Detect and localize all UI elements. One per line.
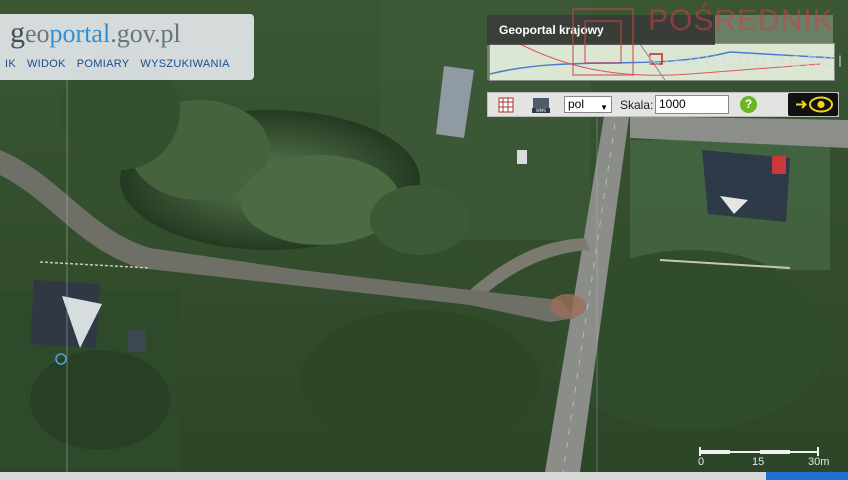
menu-item-wyszukiwania[interactable]: WYSZUKIWANIA: [135, 54, 234, 74]
scale-label-15: 15: [752, 456, 765, 468]
logo-domain: .gov.pl: [110, 19, 181, 48]
watermark-line1: POŚREDNIK: [648, 4, 834, 37]
watermark: POŚREDNIK NIERUCHOMOŚCI: [572, 4, 842, 80]
language-select[interactable]: pol ▼: [564, 96, 612, 113]
arrow-right-icon: [796, 100, 807, 109]
chevron-down-icon: ▼: [600, 103, 608, 112]
wms-icon[interactable]: WMS: [532, 97, 550, 113]
menu-item-widok[interactable]: WIDOK: [22, 54, 71, 74]
main-menu: IK WIDOK POMIARY WYSZUKIWANIA: [0, 54, 236, 74]
logo-g: g: [10, 16, 25, 49]
grid-icon[interactable]: [498, 97, 514, 113]
scale-input[interactable]: 1000: [655, 95, 729, 114]
scale-label: Skala:: [620, 98, 654, 112]
svg-text:WMS: WMS: [536, 108, 546, 113]
map-scale-bar: 0 15 30m: [696, 444, 830, 470]
bottom-accent-button[interactable]: [766, 472, 848, 480]
watermark-logo-icon: [572, 8, 634, 76]
menu-item-pomiary[interactable]: POMIARY: [72, 54, 135, 74]
menu-item-ik[interactable]: IK: [0, 54, 21, 74]
logo-portal: portal: [49, 19, 111, 48]
geoportal-logo[interactable]: geoportal.gov.pl: [10, 16, 181, 50]
watermark-line2: NIERUCHOMOŚCI: [648, 52, 847, 71]
map-toolbar: WMS pol ▼ Skala: 1000 ?: [487, 92, 839, 117]
scale-label-0: 0: [698, 456, 705, 468]
language-value: pol: [568, 97, 585, 111]
help-icon[interactable]: ?: [740, 96, 757, 113]
visibility-toggle-button[interactable]: [788, 93, 838, 116]
eye-icon: [809, 96, 833, 113]
bottom-status-bar: [0, 472, 848, 480]
logo-eo: eo: [25, 19, 50, 48]
scale-label-30: 30m: [808, 456, 830, 468]
header-panel: geoportal.gov.pl IK WIDOK POMIARY WYSZUK…: [0, 14, 254, 80]
